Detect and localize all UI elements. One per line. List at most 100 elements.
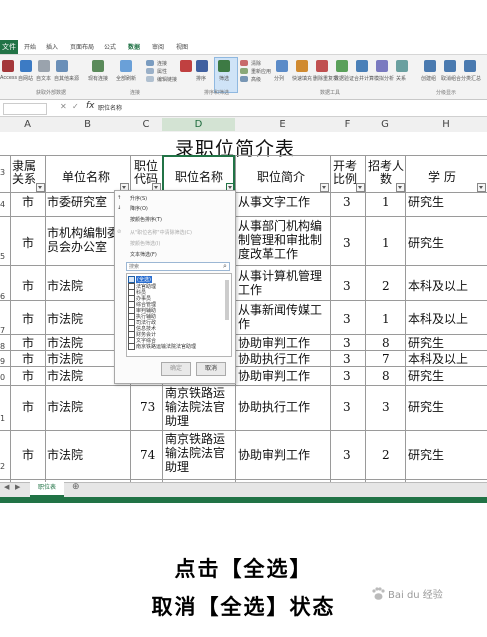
cell[interactable]: 市法院 [47,279,83,293]
row-number[interactable]: 1 [0,414,5,423]
row-number[interactable]: 4 [0,200,5,209]
cell[interactable]: 7 [382,352,390,366]
cell[interactable]: 1 [382,312,390,326]
text-to-columns-icon[interactable] [276,60,288,72]
other-sources-icon[interactable] [56,60,68,72]
tab-page-layout[interactable]: 页面布局 [70,42,94,51]
cell[interactable]: 研究生 [408,400,444,414]
cell[interactable]: 市法院 [47,352,83,366]
cell[interactable]: 8 [382,369,390,383]
refresh-all-icon[interactable] [120,60,132,72]
cell[interactable]: 市 [22,279,34,293]
row-number[interactable]: 3 [0,168,5,177]
cell[interactable]: 市 [22,400,34,414]
scroll-left-icon[interactable]: ◀ [4,483,9,491]
cell[interactable]: 研究生 [408,369,444,383]
cell[interactable]: 3 [343,312,351,326]
cell[interactable]: 市法院 [47,369,83,383]
checkbox-select-all[interactable] [128,276,135,283]
cell[interactable]: 3 [343,369,351,383]
selected-cell[interactable] [162,155,235,192]
cell[interactable]: 本科及以上 [408,279,468,293]
filter-dropdown-f[interactable] [356,183,365,192]
header-position-intro[interactable]: 职位简介 [257,170,305,184]
text-file-icon[interactable] [38,60,50,72]
cell[interactable]: 市 [22,448,34,462]
filter-dropdown-g[interactable] [396,183,405,192]
cell[interactable]: 市 [22,352,34,366]
menu-sort-descending[interactable]: 降序(O) [130,205,148,212]
cell[interactable]: 市委研究室 [47,195,107,209]
menu-clear-filter[interactable]: 从"职位名称"中清除筛选(C) [130,229,192,236]
cell[interactable]: 市 [22,195,34,209]
cell[interactable]: 市法院 [47,448,83,462]
header-unit-name[interactable]: 单位名称 [62,170,110,184]
sort-az-icon[interactable] [180,60,192,72]
group-icon[interactable] [424,60,436,72]
filter-dropdown-h[interactable] [477,183,486,192]
cell[interactable]: 研究生 [408,336,444,350]
formula-content[interactable]: 职位名称 [98,103,122,112]
cell[interactable]: 市法院 [47,336,83,350]
tab-file[interactable]: 文件 [0,40,18,54]
cell[interactable]: 从事新闻传媒工作 [238,303,330,333]
tab-insert[interactable]: 插入 [46,42,58,51]
add-sheet-icon[interactable]: ⊕ [72,482,80,492]
cell[interactable]: 协助审判工作 [238,369,310,383]
access-icon[interactable] [2,60,14,72]
row-number[interactable]: 7 [0,326,5,335]
column-header-h[interactable]: H [405,118,487,131]
menu-filter-by-color[interactable]: 按颜色筛选(I) [130,240,160,247]
tab-formulas[interactable]: 公式 [104,42,116,51]
sheet-tab[interactable]: 职位表 [30,482,64,497]
web-icon[interactable] [20,60,32,72]
cell[interactable]: 市法院 [47,400,83,414]
cell[interactable]: 73 [140,400,155,414]
name-box[interactable] [3,103,47,115]
advanced-filter-icon[interactable] [240,76,248,82]
column-header-c[interactable]: C [130,118,162,131]
list-scrollbar[interactable] [225,280,229,320]
scroll-right-icon[interactable]: ▶ [15,483,20,491]
clear-filter-icon[interactable] [240,60,248,66]
cell[interactable]: 研究生 [408,448,444,462]
column-header-a[interactable]: A [10,118,45,131]
cell[interactable]: 市 [22,236,34,250]
cell[interactable]: 2 [382,279,390,293]
cell[interactable]: 协助执行工作 [238,352,310,366]
cell[interactable]: 8 [382,336,390,350]
cancel-button[interactable]: 取消 [196,362,226,376]
cell[interactable]: 本科及以上 [408,312,468,326]
menu-text-filters[interactable]: 文本筛选(F) [130,251,157,258]
sort-icon[interactable] [196,60,208,72]
cell[interactable]: 市法院 [47,312,83,326]
column-header-d[interactable]: D [162,118,235,131]
row-number[interactable]: 6 [0,292,5,301]
filter-search-input[interactable]: 搜索 [126,262,230,271]
cell[interactable]: 从事部门机构编制管理和审批制度改革工作 [238,219,330,263]
header-education[interactable]: 学 历 [428,170,456,184]
fx-icon[interactable]: fx [86,101,95,111]
menu-sort-ascending[interactable]: 升序(S) [130,195,147,202]
cell[interactable]: 74 [140,448,155,462]
cell[interactable]: 协助审判工作 [238,448,310,462]
row-number[interactable]: 0 [0,373,5,382]
check-icon[interactable]: ✓ [72,102,79,111]
row-number[interactable]: 9 [0,357,5,366]
cell[interactable]: 市 [22,369,34,383]
cell[interactable]: 市 [22,312,34,326]
ok-button[interactable]: 确定 [161,362,191,376]
cell[interactable]: 1 [382,236,390,250]
consolidate-icon[interactable] [356,60,368,72]
relationships-icon[interactable] [396,60,408,72]
properties-icon[interactable] [146,68,154,74]
tab-data[interactable]: 数据 [128,42,140,51]
cell[interactable]: 市 [22,336,34,350]
column-header-b[interactable]: B [45,118,130,131]
cell[interactable]: 2 [382,448,390,462]
cancel-icon[interactable]: ✕ [60,102,67,111]
cell[interactable]: 从事文字工作 [238,195,310,209]
cell[interactable]: 3 [343,336,351,350]
cell[interactable]: 3 [343,352,351,366]
cell[interactable]: 南京铁路运输法院法官助理 [165,386,235,430]
